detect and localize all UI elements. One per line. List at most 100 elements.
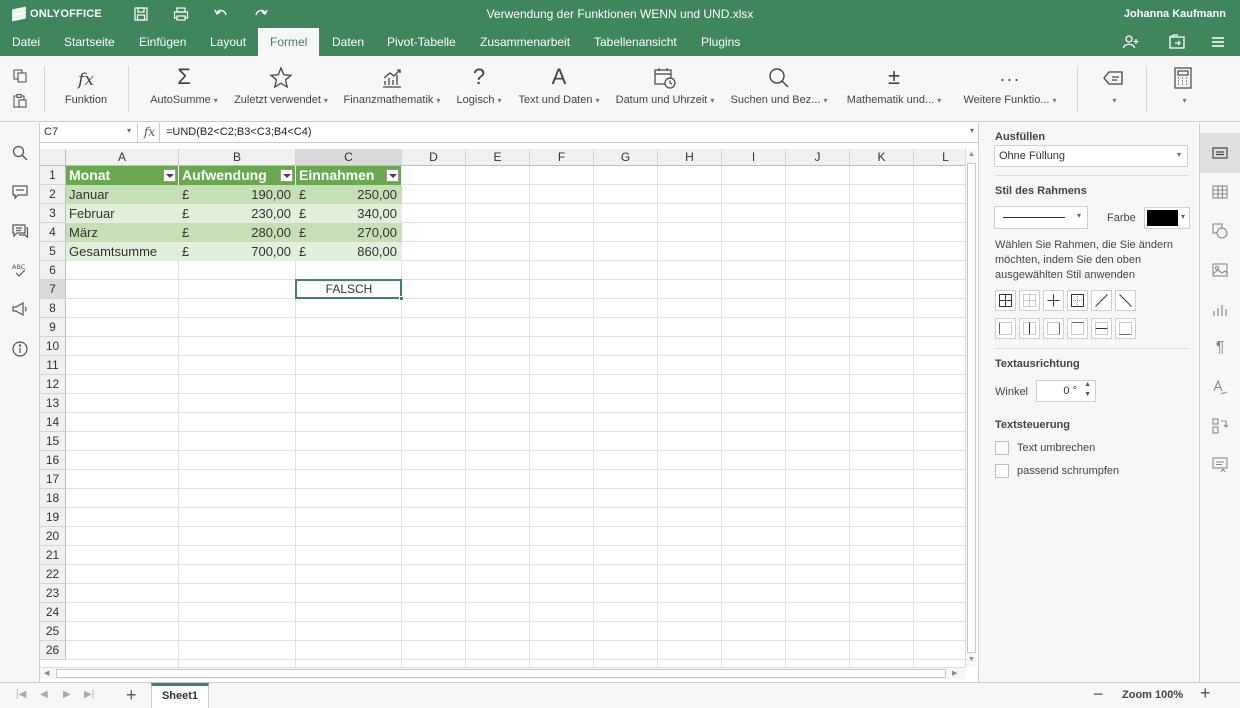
border-inner-vertical-icon[interactable]	[1019, 318, 1040, 339]
border-inner-icon[interactable]	[1043, 290, 1064, 311]
row-header-2[interactable]: 2	[40, 185, 66, 204]
feedback-megaphone-icon[interactable]	[10, 299, 30, 319]
tab-zusammenarbeit[interactable]: Zusammenarbeit	[468, 28, 582, 56]
table-cell-month[interactable]: Januar	[66, 185, 179, 204]
row-header-7[interactable]: 7	[40, 280, 66, 299]
chat-icon[interactable]	[10, 221, 30, 241]
border-inner-horizontal-icon[interactable]	[1091, 318, 1112, 339]
last-sheet-icon[interactable]: ▶|	[84, 689, 94, 700]
spellcheck-icon[interactable]: ABC	[10, 260, 30, 280]
row-header-5[interactable]: 5	[40, 242, 66, 261]
border-left-icon[interactable]	[995, 318, 1016, 339]
column-header-g[interactable]: G	[594, 149, 658, 166]
paste-icon[interactable]	[12, 93, 30, 111]
recently-used-button[interactable]: Zuletzt verwendet ▾	[230, 56, 332, 122]
chart-settings-icon[interactable]	[1210, 299, 1230, 319]
scroll-left-arrow-icon[interactable]: ◀	[44, 669, 49, 677]
image-settings-icon[interactable]	[1210, 260, 1230, 280]
tab-layout[interactable]: Layout	[198, 28, 258, 56]
column-header-d[interactable]: D	[402, 149, 466, 166]
named-ranges-button[interactable]: ▾	[1094, 56, 1132, 122]
filter-dropdown-icon[interactable]	[163, 169, 176, 182]
scroll-down-arrow-icon[interactable]: ▼	[968, 656, 975, 663]
row-header-25[interactable]: 25	[40, 622, 66, 641]
row-header-12[interactable]: 12	[40, 375, 66, 394]
row-header-6[interactable]: 6	[40, 261, 66, 280]
financial-button[interactable]: Finanzmathematik ▾	[340, 56, 444, 122]
row-header-10[interactable]: 10	[40, 337, 66, 356]
open-location-icon[interactable]	[1166, 32, 1188, 52]
signature-settings-icon[interactable]	[1210, 455, 1230, 475]
paragraph-settings-icon[interactable]: ¶	[1210, 338, 1230, 358]
table-cell-month[interactable]: Februar	[66, 204, 179, 223]
select-all-corner[interactable]	[40, 149, 66, 166]
next-sheet-icon[interactable]: ▶	[63, 689, 71, 700]
table-cell-expense[interactable]: £700,00	[179, 242, 296, 261]
vertical-scroll-thumb[interactable]	[967, 163, 976, 653]
stepper-up-icon[interactable]: ▲	[1084, 381, 1091, 388]
previous-sheet-icon[interactable]: ◀	[40, 689, 48, 700]
table-cell-income[interactable]: £340,00	[296, 204, 402, 223]
math-trig-button[interactable]: ± Mathematik und... ▾	[841, 56, 947, 122]
autosum-button[interactable]: Σ AutoSumme ▾	[146, 56, 222, 122]
formula-input[interactable]: =UND(B2<C2;B3<C3;B4<C4)	[166, 126, 312, 138]
row-header-23[interactable]: 23	[40, 584, 66, 603]
text-and-data-button[interactable]: A Text und Daten ▾	[514, 56, 604, 122]
fill-select[interactable]: Ohne Füllung ▾	[994, 145, 1188, 167]
table-header-cell[interactable]: Aufwendung	[179, 166, 296, 185]
tab-datei[interactable]: Datei	[0, 28, 52, 56]
expand-formula-icon[interactable]: ▾	[970, 126, 974, 135]
save-icon[interactable]	[132, 5, 150, 23]
filter-dropdown-icon[interactable]	[280, 169, 293, 182]
border-none-icon[interactable]	[1019, 290, 1040, 311]
scroll-right-arrow-icon[interactable]: ▶	[952, 669, 957, 677]
more-functions-button[interactable]: ··· Weitere Funktio... ▾	[956, 56, 1064, 122]
tab-startseite[interactable]: Startseite	[52, 28, 127, 56]
column-header-h[interactable]: H	[658, 149, 722, 166]
border-right-icon[interactable]	[1043, 318, 1064, 339]
column-header-f[interactable]: F	[530, 149, 594, 166]
add-sheet-icon[interactable]: +	[126, 685, 137, 706]
table-header-cell[interactable]: Einnahmen	[296, 166, 402, 185]
first-sheet-icon[interactable]: |◀	[16, 689, 26, 700]
row-header-17[interactable]: 17	[40, 470, 66, 489]
column-header-a[interactable]: A	[66, 149, 179, 166]
row-header-22[interactable]: 22	[40, 565, 66, 584]
tab-pivot-tabelle[interactable]: Pivot-Tabelle	[375, 28, 468, 56]
table-cell-income[interactable]: £860,00	[296, 242, 402, 261]
table-cell-month[interactable]: März	[66, 223, 179, 242]
filter-dropdown-icon[interactable]	[386, 169, 399, 182]
lookup-reference-button[interactable]: Suchen und Bez... ▾	[726, 56, 832, 122]
horizontal-scrollbar[interactable]: ◀ ▶	[40, 667, 965, 679]
horizontal-scroll-thumb[interactable]	[56, 669, 946, 678]
spreadsheet-grid[interactable]: A B C D E F G H I J K L 1 2 3 4 5 6 7 8 9 10 11 12 13 14 15 16 17 18 1…	[40, 149, 965, 667]
column-header-b[interactable]: B	[179, 149, 296, 166]
logical-button[interactable]: ? Logisch ▾	[452, 56, 506, 122]
shape-settings-icon[interactable]	[1210, 221, 1230, 241]
calculation-button[interactable]: ▾	[1164, 56, 1202, 122]
insert-function-icon[interactable]: fx	[140, 123, 160, 143]
row-header-11[interactable]: 11	[40, 356, 66, 375]
share-user-icon[interactable]	[1120, 32, 1142, 52]
border-diagonal-up-icon[interactable]	[1091, 290, 1112, 311]
table-cell-month[interactable]: Gesamtsumme	[66, 242, 179, 261]
row-header-8[interactable]: 8	[40, 299, 66, 318]
cell-settings-icon[interactable]	[1200, 133, 1240, 173]
undo-icon[interactable]	[212, 5, 230, 23]
print-icon[interactable]	[172, 5, 190, 23]
table-cell-income[interactable]: £250,00	[296, 185, 402, 204]
column-header-i[interactable]: I	[722, 149, 786, 166]
border-color-picker[interactable]: ▾	[1144, 207, 1190, 229]
tab-plugins[interactable]: Plugins	[689, 28, 752, 56]
table-cell-expense[interactable]: £280,00	[179, 223, 296, 242]
border-outer-icon[interactable]	[1067, 290, 1088, 311]
column-header-j[interactable]: J	[786, 149, 850, 166]
border-bottom-icon[interactable]	[1115, 318, 1136, 339]
sheet-tab-sheet1[interactable]: Sheet1	[151, 683, 209, 708]
border-diagonal-down-icon[interactable]	[1115, 290, 1136, 311]
about-info-icon[interactable]	[10, 339, 30, 359]
name-box[interactable]: C7 ▾	[40, 123, 138, 143]
tab-einfuegen[interactable]: Einfügen	[127, 28, 198, 56]
hamburger-menu-icon[interactable]	[1207, 32, 1229, 52]
comments-icon[interactable]	[10, 182, 30, 202]
